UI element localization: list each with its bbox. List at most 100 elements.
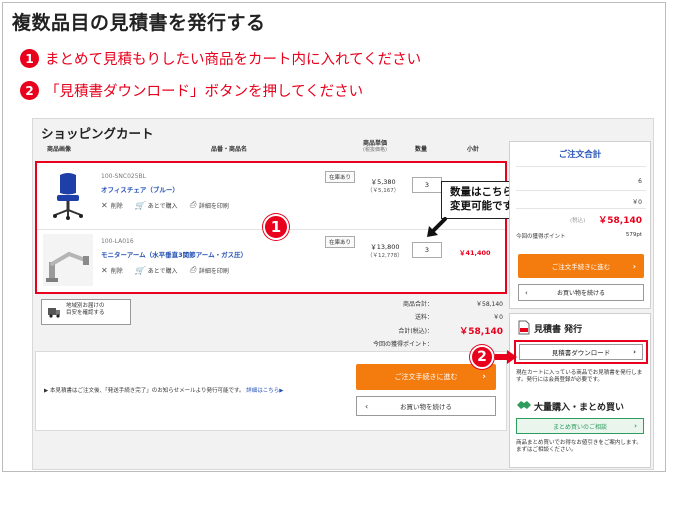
step-text-1: まとめて見積もりしたい商品をカート内に入れてください (45, 52, 422, 68)
bulk-consult-label: まとめ買いのご相談 (552, 423, 607, 431)
chevron-right-icon: › (633, 348, 636, 356)
bulk-title: 大量購入・まとめ買い (534, 403, 625, 413)
price-excl: （￥5,167） (367, 188, 400, 195)
chevron-left-icon: ‹ (525, 288, 528, 297)
summary-continue-button[interactable]: ‹ お買い物を続ける (518, 284, 644, 301)
header-price: 商品単価 (税抜価格) (363, 140, 387, 153)
header-subtotal: 小計 (467, 146, 480, 153)
row-subtotal: ￥41,400 (459, 249, 491, 257)
divider (516, 190, 646, 191)
handshake-icon (517, 401, 531, 409)
stock-badge: 在庫あり (325, 236, 356, 248)
summary-proceed-button[interactable]: ご注文手続きに進む › (518, 254, 644, 278)
delete-button[interactable]: ✕ 削除 (101, 265, 123, 275)
delivery-estimate-line-2: 目安を確認する (66, 309, 105, 316)
arrow-right-icon (495, 350, 517, 364)
price-incl: ￥13,800 (370, 243, 400, 251)
quote-description: 現在カートに入っている商品でお見積書を発行します。発行には会員登録が必要です。 (516, 370, 643, 384)
step-1: 1 まとめて見積もりしたい商品をカート内に入れてください (20, 48, 421, 69)
total-value: ￥58,140 (459, 327, 503, 337)
monitor-arm-image[interactable] (43, 234, 93, 286)
delete-label: 削除 (110, 267, 123, 275)
continue-label: お買い物を続ける (400, 403, 452, 411)
item-name-link[interactable]: オフィスチェア（ブルー） (101, 184, 179, 194)
chevron-left-icon: ‹ (365, 401, 369, 411)
item-code: 100-SNC025BL (101, 173, 147, 180)
cart-icon: 🛒 (134, 265, 145, 275)
quote-notice: ▶ 本見積書はご注文後、「発送手続き完了」のお知らせメールより発行可能です。 詳… (44, 386, 283, 394)
buy-later-button[interactable]: 🛒 あとで購入 (135, 265, 178, 275)
summary-shipping: ￥0 (632, 199, 642, 206)
buy-later-label: あとで購入 (147, 202, 178, 210)
delete-label: 削除 (110, 202, 123, 210)
buy-later-label: あとで購入 (147, 267, 178, 275)
order-summary-title: ご注文合計 (558, 150, 602, 160)
quote-download-label: 見積書ダウンロード (551, 349, 611, 357)
summary-continue-label: お買い物を続ける (556, 290, 605, 297)
shipping-label: 送料： (414, 314, 433, 321)
print-details-button[interactable]: ⎙ 詳細を印刷 (190, 265, 229, 275)
header-image: 商品画像 (47, 146, 72, 153)
divider (516, 166, 646, 167)
continue-shopping-button[interactable]: ‹ お買い物を続ける (356, 396, 496, 416)
summary-points-label: 今回の獲得ポイント (516, 234, 566, 240)
truck-icon (48, 308, 60, 318)
proceed-checkout-button[interactable]: ご注文手続きに進む › (356, 364, 496, 390)
step-number-2: 2 (20, 81, 39, 100)
step-number-1: 1 (20, 49, 39, 68)
quantity-input[interactable]: 3 (412, 242, 442, 258)
divider (516, 208, 646, 209)
callout-arrow-icon (427, 217, 447, 237)
price-excl: （￥12,778） (367, 253, 403, 260)
chevron-right-icon: › (634, 422, 637, 430)
close-icon: ✕ (101, 200, 108, 210)
delete-button[interactable]: ✕ 削除 (101, 200, 123, 210)
delivery-estimate-button[interactable]: 地域別お届けの 目安を確認する (41, 299, 131, 325)
notice-text: ▶ 本見積書はご注文後、「発送手続き完了」のお知らせメールより発行可能です。 (44, 388, 245, 394)
step-2: 2 「見積書ダウンロード」ボタンを押してください (20, 80, 363, 101)
quantity-input[interactable]: 3 (412, 177, 442, 193)
notice-details-link[interactable]: 詳細はこちら▶ (246, 388, 283, 394)
total-label: 合計(税込)： (398, 328, 433, 335)
office-chair-image[interactable] (43, 169, 93, 221)
unit-price: ￥13,800 （￥12,778） (367, 243, 403, 261)
print-details-label: 詳細を印刷 (198, 202, 229, 210)
print-details-button[interactable]: ⎙ 詳細を印刷 (190, 200, 229, 210)
print-details-label: 詳細を印刷 (198, 267, 229, 275)
annotation-badge-2: 2 (470, 345, 494, 369)
summary-qty: 6 (638, 178, 642, 185)
bulk-description: 商品まとめ買いでお得なお値引きをご案内します。まずはご相談ください。 (516, 440, 642, 454)
buy-later-button[interactable]: 🛒 あとで購入 (135, 200, 178, 210)
product-total-value: ￥58,140 (476, 301, 503, 308)
header-name: 品番・商品名 (211, 146, 248, 153)
pdf-document-icon (518, 320, 530, 335)
page-title: 複数品目の見積書を発行する (12, 12, 266, 34)
proceed-label: ご注文手続きに進む (394, 373, 458, 381)
header-price-sub: (税抜価格) (363, 146, 387, 153)
quote-download-button[interactable]: 見積書ダウンロード › (519, 344, 643, 360)
price-incl: ￥5,380 (370, 178, 396, 186)
points-label: 今回の獲得ポイント： (372, 341, 433, 348)
chevron-right-icon: › (482, 372, 486, 382)
summary-total-label: (税込) (570, 218, 586, 224)
cart-icon: 🛒 (134, 200, 145, 210)
summary-total: ￥58,140 (598, 216, 642, 226)
bulk-consult-button[interactable]: まとめ買いのご相談 › (516, 418, 644, 434)
print-icon: ⎙ (189, 200, 196, 209)
quote-download-highlight: 見積書ダウンロード › (514, 340, 648, 364)
shipping-value: ￥0 (493, 314, 503, 321)
unit-price: ￥5,380 （￥5,167） (367, 178, 399, 196)
step-text-2: 「見積書ダウンロード」ボタンを押してください (45, 84, 364, 100)
item-name-link[interactable]: モニターアーム（水平垂直3関節アーム・ガス圧） (101, 249, 247, 259)
chevron-right-icon: › (632, 261, 636, 271)
delivery-estimate-line-1: 地域別お届けの (66, 303, 105, 309)
order-summary-panel: ご注文合計 6 ￥0 (税込) ￥58,140 今回の獲得ポイント 579pt … (509, 141, 651, 309)
summary-points: 579pt (625, 232, 642, 238)
item-code: 100-LA016 (101, 238, 134, 245)
annotation-badge-1: 1 (263, 214, 289, 240)
cart-title: ショッピングカート (41, 126, 154, 141)
item-actions: ✕ 削除 🛒 あとで購入 ⎙ 詳細を印刷 (101, 265, 229, 275)
close-icon: ✕ (101, 265, 108, 275)
checkout-area: ▶ 本見積書はご注文後、「発送手続き完了」のお知らせメールより発行可能です。 詳… (35, 351, 507, 431)
quote-title: 見積書 発行 (534, 325, 583, 335)
